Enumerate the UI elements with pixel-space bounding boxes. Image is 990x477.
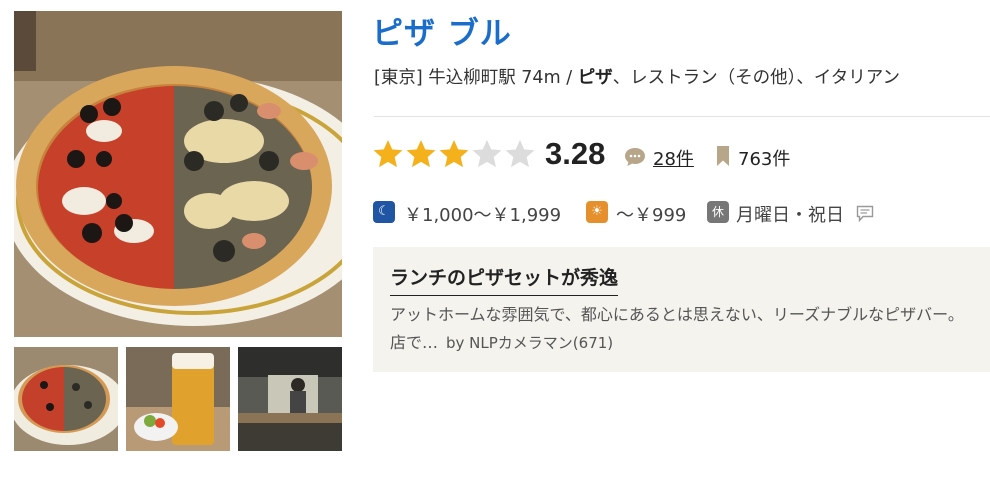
price-row: ☾ ￥1,000～￥1,999 ☀ ～￥999 休 月曜日・祝日	[373, 198, 989, 228]
genre-primary: ピザ	[577, 68, 613, 88]
genre-rest: 、レストラン（その他）、イタリアン	[612, 68, 901, 88]
thumbnail-interior-image	[238, 347, 342, 451]
moon-icon: ☾	[373, 201, 395, 223]
star-filled-icon	[406, 140, 436, 168]
rating-score: 3.28	[545, 136, 606, 171]
review-text: アットホームな雰囲気で、都心にあるとは思えない、リーズナブルなピザバー。	[390, 305, 964, 324]
review-count-link[interactable]: 28件	[653, 145, 694, 171]
star-filled-icon	[373, 140, 403, 168]
review-author: by NLPカメラマン(671)	[446, 334, 614, 352]
bookmark-icon	[717, 146, 729, 166]
sun-icon: ☀	[586, 201, 608, 223]
separator: /	[566, 68, 573, 88]
review-body: アットホームな雰囲気で、都心にあるとは思えない、リーズナブルなピザバー。 店で……	[390, 301, 990, 357]
pizza-photo	[14, 11, 342, 337]
restaurant-name-link[interactable]: ピザ ブル	[372, 8, 512, 53]
star-filled-icon	[439, 140, 469, 168]
review-text-line2: 店で…	[390, 333, 439, 352]
holiday-text: 月曜日・祝日	[736, 205, 844, 226]
holiday-icon: 休	[707, 201, 729, 223]
star-empty-icon	[505, 140, 535, 168]
station-label: 牛込柳町駅 74m	[428, 68, 561, 88]
speech-bubble-icon	[625, 148, 645, 166]
restaurant-subinfo: [東京] 牛込柳町駅 74m / ピザ、レストラン（その他）、イタリアン	[374, 64, 900, 89]
rating-row: 3.28 28件 763件	[372, 134, 988, 178]
review-title[interactable]: ランチのピザセットが秀逸	[390, 263, 619, 296]
dinner-price: ￥1,000～￥1,999	[404, 205, 562, 226]
divider	[374, 116, 990, 117]
thumbnail-beer-image	[126, 347, 230, 451]
bookmark-count: 763件	[738, 149, 791, 170]
thumbnail-pizza[interactable]	[14, 347, 118, 451]
photo-thumbnails	[14, 347, 342, 451]
main-photo[interactable]	[14, 11, 342, 337]
review-box: ランチのピザセットが秀逸 アットホームな雰囲気で、都心にあるとは思えない、リーズ…	[373, 247, 990, 372]
thumbnail-pizza-image	[14, 347, 118, 451]
thumbnail-beer[interactable]	[126, 347, 230, 451]
rating-stars	[372, 138, 536, 170]
comment-note-icon[interactable]	[856, 205, 874, 222]
star-empty-icon	[472, 140, 502, 168]
thumbnail-interior[interactable]	[238, 347, 342, 451]
area-label: [東京]	[374, 68, 423, 88]
lunch-price: ～￥999	[616, 205, 687, 226]
